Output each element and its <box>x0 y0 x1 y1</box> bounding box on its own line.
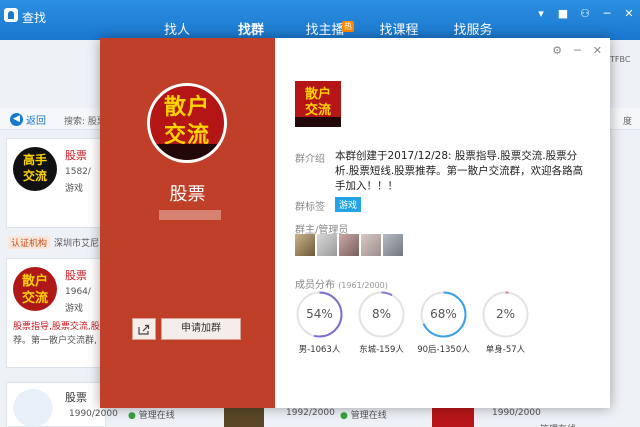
intro-text: 本群创建于2017/12/28: 股票指导.股票交流.股票分析.股票短线.股票推… <box>335 150 584 192</box>
admin-online: ● 管理在线 <box>340 411 387 421</box>
member-count: 1992/2000 <box>286 408 335 418</box>
stat-value: 8% <box>371 307 392 321</box>
cert-org: 深圳市艾尼 <box>54 239 100 249</box>
avatar[interactable] <box>383 234 403 256</box>
group-desc: 荐。第一散户交流群, <box>13 336 97 346</box>
group-card[interactable]: 高手 交流 股票 1582/ 游戏 <box>6 138 106 228</box>
group-name: 股票 <box>65 391 87 404</box>
skin-icon[interactable]: ■ <box>556 7 570 20</box>
cert-row: 认证机构 深圳市艾尼 <box>8 236 99 249</box>
dialog-left-panel: 散户 交流 股票 申请加群 <box>100 38 275 408</box>
member-count: 1582/ <box>65 167 91 177</box>
hot-badge: 热 <box>342 21 354 32</box>
stat-label: 90后-1350人 <box>417 345 470 355</box>
stat-age: 68% 90后-1350人 <box>417 290 470 358</box>
group-avatar: 高手 交流 <box>13 147 57 191</box>
back-button[interactable]: ◀ 返回 <box>10 112 46 127</box>
group-logo: 散户 交流 <box>147 83 227 163</box>
window-titlebar: 查找 找人 找群 找主播热 找课程 找服务 ▾ ■ ⚇ ─ ✕ <box>0 0 640 40</box>
avatar[interactable] <box>339 234 359 256</box>
group-detail-dialog: 散户 交流 股票 申请加群 ⚙ ─ ✕ 散户 交流 群介绍 本群创建于2017/… <box>100 38 610 408</box>
avatar[interactable] <box>361 234 381 256</box>
group-card[interactable]: 股票 1990/2000 <box>6 382 118 427</box>
minimize-icon[interactable]: ─ <box>600 7 614 20</box>
app-title: 查找 <box>22 11 47 25</box>
cert-badge: 认证机构 <box>8 236 51 249</box>
stat-value: 2% <box>495 307 516 321</box>
tags-label: 群标签 <box>295 202 325 213</box>
share-button[interactable] <box>132 318 156 340</box>
share-icon <box>138 324 150 335</box>
group-tag[interactable]: 游戏 <box>335 197 362 212</box>
member-count: 1990/2000 <box>69 409 118 419</box>
group-logo-small: 散户 交流 <box>295 81 341 127</box>
avatar[interactable] <box>295 234 315 256</box>
member-count: 1964/ <box>65 287 91 297</box>
stat-label: 单身-57人 <box>485 345 526 355</box>
group-tag: 游戏 <box>65 304 84 314</box>
dropdown-icon[interactable]: ▾ <box>534 7 548 20</box>
settings-icon[interactable]: ⚙ <box>552 44 562 57</box>
stat-value: 54% <box>306 307 333 321</box>
group-desc: 股票指导,股票交流,股 <box>13 322 100 332</box>
group-name: 股票 <box>65 269 87 282</box>
bg-right-text-2: 度 <box>622 117 632 127</box>
admin-avatars <box>295 234 403 256</box>
avatar[interactable] <box>317 234 337 256</box>
close-icon[interactable]: ✕ <box>593 44 602 57</box>
close-icon[interactable]: ✕ <box>622 7 636 20</box>
group-name: 股票 <box>65 149 87 162</box>
window-controls: ▾ ■ ⚇ ─ ✕ <box>534 7 636 20</box>
group-tag: 游戏 <box>65 184 84 194</box>
intro-label: 群介绍 <box>295 154 325 165</box>
app-logo-icon <box>4 8 18 22</box>
group-id-blurred <box>159 210 221 220</box>
stat-label: 男-1063人 <box>298 345 341 355</box>
group-avatar <box>13 389 53 427</box>
distribution-label: 成员分布 (1961/2000) <box>295 280 388 291</box>
join-group-button[interactable]: 申请加群 <box>161 318 241 340</box>
group-card[interactable]: 散户 交流 股票 1964/ 游戏 股票指导,股票交流,股 荐。第一散户交流群, <box>6 258 106 368</box>
dialog-right-panel: ⚙ ─ ✕ 散户 交流 群介绍 本群创建于2017/12/28: 股票指导.股票… <box>275 38 610 408</box>
group-avatar: 散户 交流 <box>13 267 57 311</box>
bg-right-text: TFBC <box>610 55 631 64</box>
stat-value: 68% <box>430 307 457 321</box>
settings-icon[interactable]: ⚇ <box>578 7 592 20</box>
back-arrow-icon: ◀ <box>10 113 23 126</box>
stat-label: 东城-159人 <box>359 345 404 355</box>
stat-gender: 54% 男-1063人 <box>295 290 344 358</box>
group-name: 股票 <box>169 184 206 205</box>
admin-online: ● 管理在线 <box>128 411 175 421</box>
member-stats: 54% 男-1063人 8% 东城-159人 68% 90后-1350人 2% … <box>295 290 530 358</box>
minimize-icon[interactable]: ─ <box>574 44 581 57</box>
distribution-count: (1961/2000) <box>338 281 388 290</box>
dialog-controls: ⚙ ─ ✕ <box>552 44 602 57</box>
admin-online: 管理在线 <box>540 422 576 427</box>
member-count: 1990/2000 <box>492 408 541 418</box>
stat-single: 2% 单身-57人 <box>481 290 530 358</box>
stat-location: 8% 东城-159人 <box>357 290 406 358</box>
